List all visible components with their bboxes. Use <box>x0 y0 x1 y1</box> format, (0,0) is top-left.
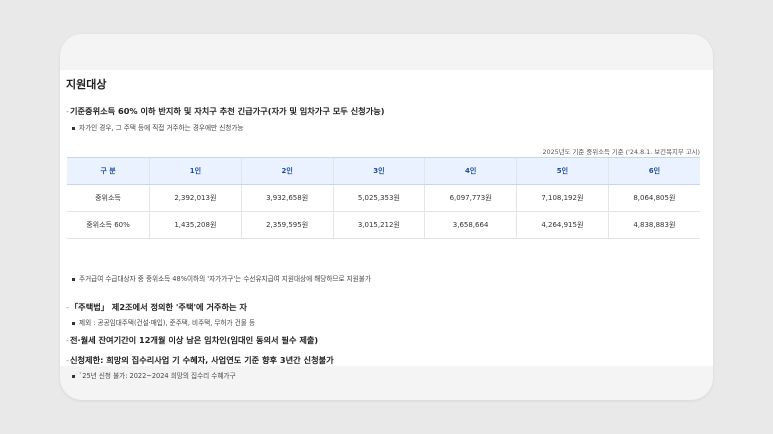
table-header-cell: 2인 <box>240 157 333 185</box>
table-cell: 6,097,773원 <box>424 184 517 212</box>
criteria-heading-income: -기준중위소득 60% 이하 반지하 및 자치구 추천 긴급가구(자가 및 임차… <box>66 106 385 116</box>
table-header-cell: 4인 <box>424 157 517 185</box>
table-header-cell: 6인 <box>607 157 700 185</box>
median-income-table: 구 분 1인 2인 3인 4인 5인 6인 중위소득 2,392,013원 3,… <box>67 157 700 239</box>
table-row: 중위소득 60% 1,435,208원 2,359,595원 3,015,212… <box>67 211 700 239</box>
criteria-note-owner: 자가인 경우, 그 주택 등에 직접 거주하는 경우에만 신청가능 <box>72 122 243 132</box>
criteria-note-exclusions-text: 제외 : 공공임대주택(건설·매입), 준주택, 비주택, 무허가 건물 등 <box>79 319 256 327</box>
bullet-icon <box>72 374 75 378</box>
table-cell: 2,359,595원 <box>240 211 333 239</box>
criteria-heading-housing: -「주택법」 제2조에서 정의한 '주택'에 거주하는 자 <box>66 302 247 312</box>
criteria-heading-income-text: 기준중위소득 60% 이하 반지하 및 자치구 추천 긴급가구(자가 및 임차가… <box>69 106 385 116</box>
table-cell: 2,392,013원 <box>149 184 242 212</box>
table-cell: 3,015,212원 <box>332 211 425 239</box>
table-cell: 3,658,664 <box>424 211 517 239</box>
table-caption: 2025년도 기준 중위소득 기준 ('24.8.1. 보건복지부 고시) <box>542 148 700 156</box>
table-header-cell: 3인 <box>332 157 425 185</box>
table-header-cell: 5인 <box>516 157 609 185</box>
criteria-heading-lease: -전·월세 잔여기간이 12개월 이상 남은 임차인(임대인 동의서 필수 제출… <box>66 335 319 345</box>
table-note: 주거급여 수급대상자 중 중위소득 48%이하의 '자가가구'는 수선유지급여 … <box>72 273 371 283</box>
table-cell: 7,108,192원 <box>516 184 609 212</box>
criteria-note-restriction-text: `25년 신청 불가: 2022~2024 희망의 집수리 수혜가구 <box>79 372 236 380</box>
criteria-heading-lease-text: 전·월세 잔여기간이 12개월 이상 남은 임차인(임대인 동의서 필수 제출) <box>69 335 319 345</box>
table-cell: 중위소득 <box>67 184 150 212</box>
content-card: 지원대상 -기준중위소득 60% 이하 반지하 및 자치구 추천 긴급가구(자가… <box>60 34 713 400</box>
bullet-icon <box>72 277 75 281</box>
table-row: 중위소득 2,392,013원 3,932,658원 5,025,353원 6,… <box>67 184 700 212</box>
table-cell: 1,435,208원 <box>149 211 242 239</box>
criteria-note-owner-text: 자가인 경우, 그 주택 등에 직접 거주하는 경우에만 신청가능 <box>79 124 244 132</box>
criteria-note-exclusions: 제외 : 공공임대주택(건설·매입), 준주택, 비주택, 무허가 건물 등 <box>72 317 255 327</box>
table-cell: 8,064,805원 <box>607 184 700 212</box>
table-cell: 4,264,915원 <box>516 211 609 239</box>
criteria-heading-restriction-text: 신청제한: 희망의 집수리사업 기 수혜자, 사업연도 기준 향후 3년간 신청… <box>69 355 334 365</box>
table-cell: 3,932,658원 <box>240 184 333 212</box>
table-header-cell: 구 분 <box>67 157 150 185</box>
table-note-text: 주거급여 수급대상자 중 중위소득 48%이하의 '자가가구'는 수선유지급여 … <box>79 275 371 283</box>
bullet-icon <box>72 321 75 325</box>
criteria-heading-housing-text: 「주택법」 제2조에서 정의한 '주택'에 거주하는 자 <box>69 302 247 312</box>
section-title: 지원대상 <box>66 78 107 91</box>
table-cell: 5,025,353원 <box>332 184 425 212</box>
bullet-icon <box>72 126 75 130</box>
support-target-section: 지원대상 -기준중위소득 60% 이하 반지하 및 자치구 추천 긴급가구(자가… <box>60 70 713 380</box>
table-cell: 4,838,883원 <box>607 211 700 239</box>
table-cell: 중위소득 60% <box>67 211 150 239</box>
criteria-heading-restriction: -신청제한: 희망의 집수리사업 기 수혜자, 사업연도 기준 향후 3년간 신… <box>66 355 334 365</box>
table-header-row: 구 분 1인 2인 3인 4인 5인 6인 <box>67 157 700 185</box>
table-header-cell: 1인 <box>149 157 242 185</box>
criteria-note-restriction: `25년 신청 불가: 2022~2024 희망의 집수리 수혜가구 <box>72 370 236 380</box>
